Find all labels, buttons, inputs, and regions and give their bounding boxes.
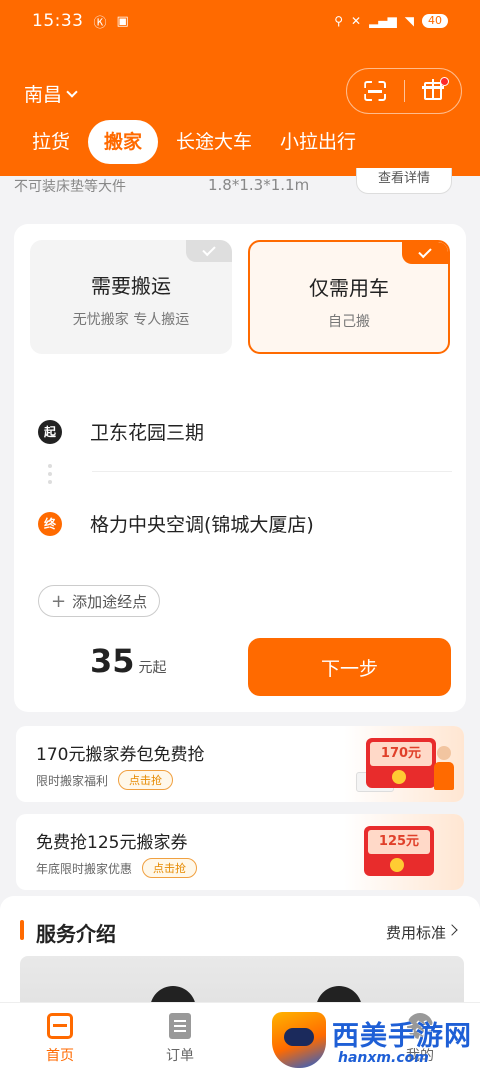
coupon-image: 125元 [364, 826, 434, 876]
order-icon [169, 1013, 191, 1039]
nav-home[interactable]: 首页 [20, 1013, 100, 1065]
tab-long-haul[interactable]: 长途大车 [162, 120, 266, 164]
grab-button[interactable]: 点击抢 [118, 770, 174, 790]
price-display: 35 元起 [90, 642, 167, 680]
status-time: 15:33 [32, 11, 84, 31]
watermark: 西美手游网 hanxm.com [268, 1008, 474, 1070]
coupon-value: 125元 [368, 830, 430, 854]
scan-icon [364, 81, 386, 101]
route-divider [92, 471, 452, 472]
promo-subtitle-row: 年底限时搬家优惠 点击抢 [36, 858, 198, 878]
watermark-url: hanxm.com [338, 1050, 429, 1066]
service-tabs: 拉货 搬家 长途大车 小拉出行 [18, 120, 370, 164]
next-step-button[interactable]: 下一步 [248, 638, 451, 696]
route-connector [48, 464, 52, 488]
option-need-porters[interactable]: 需要搬运 无忧搬家 专人搬运 [30, 240, 232, 354]
promo-illustration: 170元 [344, 726, 464, 802]
app-notification-icon: ▣ [116, 13, 129, 29]
view-details-button[interactable]: 查看详情 [356, 168, 452, 194]
nav-label: 订单 [166, 1048, 194, 1064]
add-stop-button[interactable]: + 添加途经点 [38, 585, 161, 617]
location-icon: ⚲ [334, 14, 344, 28]
scan-button[interactable] [347, 69, 404, 113]
option-vehicle-only[interactable]: 仅需用车 自己搬 [248, 240, 450, 354]
app-header: 15:33 Ⓚ ▣ ⚲ ✕ ▂▄▆ ◥ 40 南昌 拉货 搬家 长途大车 小拉出… [0, 0, 480, 176]
option-check-corner [186, 240, 232, 262]
option-subtitle: 无忧搬家 专人搬运 [72, 312, 190, 328]
grab-button[interactable]: 点击抢 [142, 858, 198, 878]
nav-orders[interactable]: 订单 [140, 1013, 220, 1065]
promo-title: 170元搬家券包免费抢 [36, 745, 205, 765]
check-icon [202, 242, 216, 257]
option-subtitle: 自己搬 [328, 314, 370, 330]
watermark-title: 西美手游网 [332, 1021, 472, 1052]
vehicle-info-remnant: 不可装床垫等大件 1.8*1.3*1.1m 查看详情 [0, 168, 480, 196]
vehicle-dimensions: 1.8*1.3*1.1m [208, 176, 310, 194]
promo-title: 免费抢125元搬家券 [36, 833, 188, 853]
section-accent-bar [20, 920, 24, 940]
end-address-row[interactable]: 终 格力中央空调(锦城大厦店) [38, 510, 314, 537]
promo-subtitle: 年底限时搬家优惠 [36, 861, 133, 876]
coin-icon [392, 770, 406, 784]
add-stop-label: 添加途经点 [72, 592, 148, 611]
coin-icon [390, 858, 404, 872]
plus-icon: + [51, 590, 67, 612]
start-address-row[interactable]: 起 卫东花园三期 [38, 418, 204, 445]
coupon-value: 170元 [370, 742, 432, 766]
start-badge: 起 [38, 419, 62, 444]
start-address: 卫东花园三期 [90, 422, 205, 444]
status-bar: 15:33 Ⓚ ▣ ⚲ ✕ ▂▄▆ ◥ 40 [32, 10, 448, 32]
signal-icon: ▂▄▆ [369, 14, 397, 28]
end-badge: 终 [38, 511, 62, 536]
option-check-corner [402, 242, 448, 264]
end-address: 格力中央空调(锦城大厦店) [90, 514, 314, 536]
vehicle-restriction-text: 不可装床垫等大件 [14, 179, 126, 195]
header-tools [346, 68, 462, 114]
promo-card[interactable]: 170元搬家券包免费抢 限时搬家福利 点击抢 170元 [16, 726, 464, 802]
gift-button[interactable] [405, 69, 462, 113]
wifi-icon: ◥ [404, 14, 414, 28]
battery-indicator: 40 [422, 14, 448, 28]
city-name: 南昌 [24, 84, 63, 106]
promo-subtitle: 限时搬家福利 [36, 773, 109, 788]
status-indicators: ⚲ ✕ ▂▄▆ ◥ 40 [334, 14, 448, 28]
booking-card: 需要搬运 无忧搬家 专人搬运 仅需用车 自己搬 起 卫东花园三期 终 格力中央空… [14, 224, 466, 712]
mute-icon: ✕ [351, 14, 362, 28]
tab-ride[interactable]: 小拉出行 [266, 120, 370, 164]
watermark-logo-icon [272, 1012, 326, 1068]
promo-illustration: 125元 [344, 814, 464, 890]
city-selector[interactable]: 南昌 [24, 80, 78, 107]
gift-icon [421, 79, 444, 100]
tab-freight[interactable]: 拉货 [18, 120, 84, 164]
option-title: 需要搬运 [91, 274, 171, 298]
nav-label: 首页 [46, 1048, 74, 1064]
chevron-down-icon [66, 85, 78, 98]
price-amount: 35 [90, 642, 135, 680]
option-title: 仅需用车 [309, 276, 389, 300]
notification-icon: Ⓚ [93, 15, 107, 31]
promo-card[interactable]: 免费抢125元搬家券 年底限时搬家优惠 点击抢 125元 [16, 814, 464, 890]
section-title: 服务介绍 [36, 922, 116, 946]
promo-subtitle-row: 限时搬家福利 点击抢 [36, 770, 174, 790]
fee-standard-link[interactable]: 费用标准 [386, 922, 446, 943]
tab-moving[interactable]: 搬家 [88, 120, 159, 164]
home-icon [47, 1013, 73, 1039]
chevron-right-icon [446, 924, 458, 936]
price-unit: 元起 [138, 660, 167, 676]
notification-dot [440, 77, 449, 86]
check-icon [418, 244, 432, 259]
coupon-image: 170元 [366, 738, 436, 788]
mover-figure [434, 746, 454, 790]
